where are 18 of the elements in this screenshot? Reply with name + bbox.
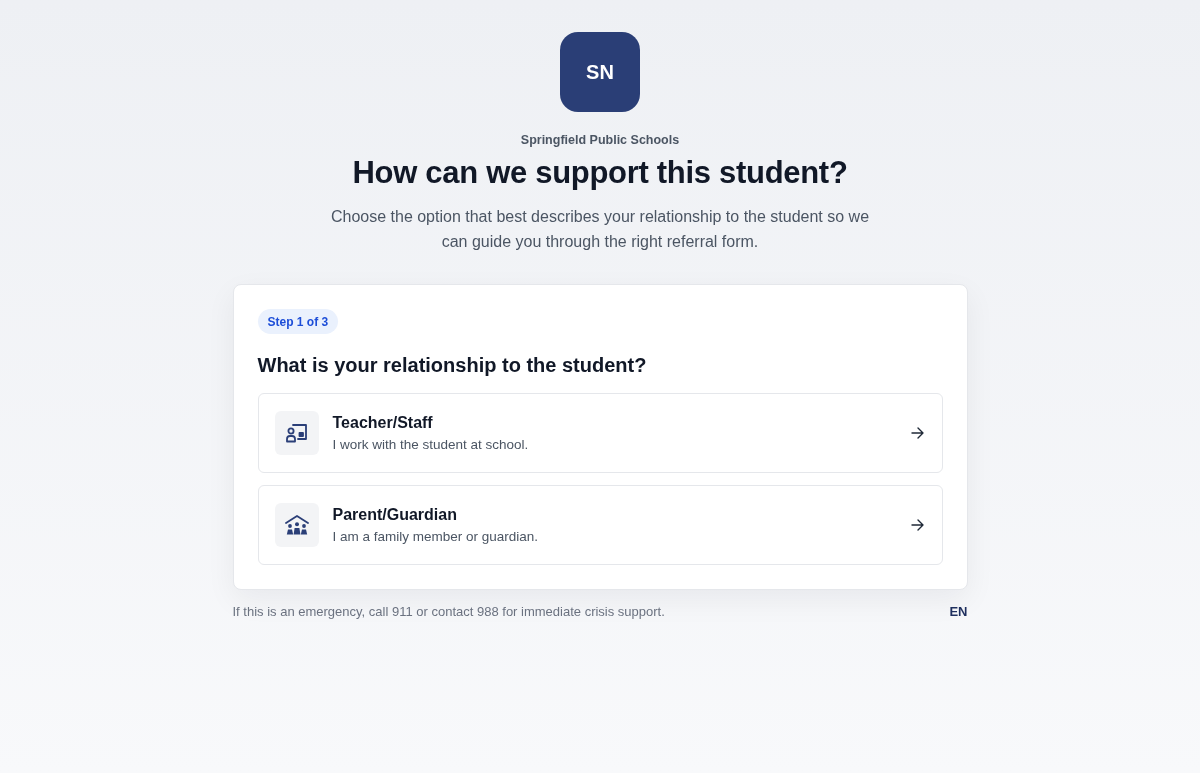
logo-tile: SN (560, 32, 640, 112)
language-selector[interactable]: EN (949, 602, 968, 622)
family-house-icon (284, 515, 309, 535)
page-title: How can we support this student? (352, 155, 848, 191)
organization-name: Springfield Public Schools (520, 132, 680, 148)
relationship-option[interactable]: Teacher/Staff I work with the student at school. (257, 393, 943, 473)
teacher-board-icon (285, 423, 308, 443)
option-title: Teacher/Staff (332, 413, 433, 433)
step-badge: Step 1 of 3 (257, 309, 339, 334)
question-heading: What is your relationship to the student? (257, 353, 647, 378)
option-description: I work with the student at school. (332, 436, 529, 454)
arrow-right-icon (910, 427, 924, 439)
option-title: Parent/Guardian (332, 505, 457, 525)
emergency-notice: If this is an emergency, call 911 or contact 988 for immediate crisis support. (232, 603, 665, 621)
option-description: I am a family member or guardian. (332, 528, 539, 546)
relationship-option[interactable]: Parent/Guardian I am a family member or guardian. (257, 485, 943, 565)
page-subtitle: Choose the option that best describes your relationship to the student so we can guide you through the right referral form. (329, 207, 871, 252)
arrow-right-icon (910, 519, 924, 531)
